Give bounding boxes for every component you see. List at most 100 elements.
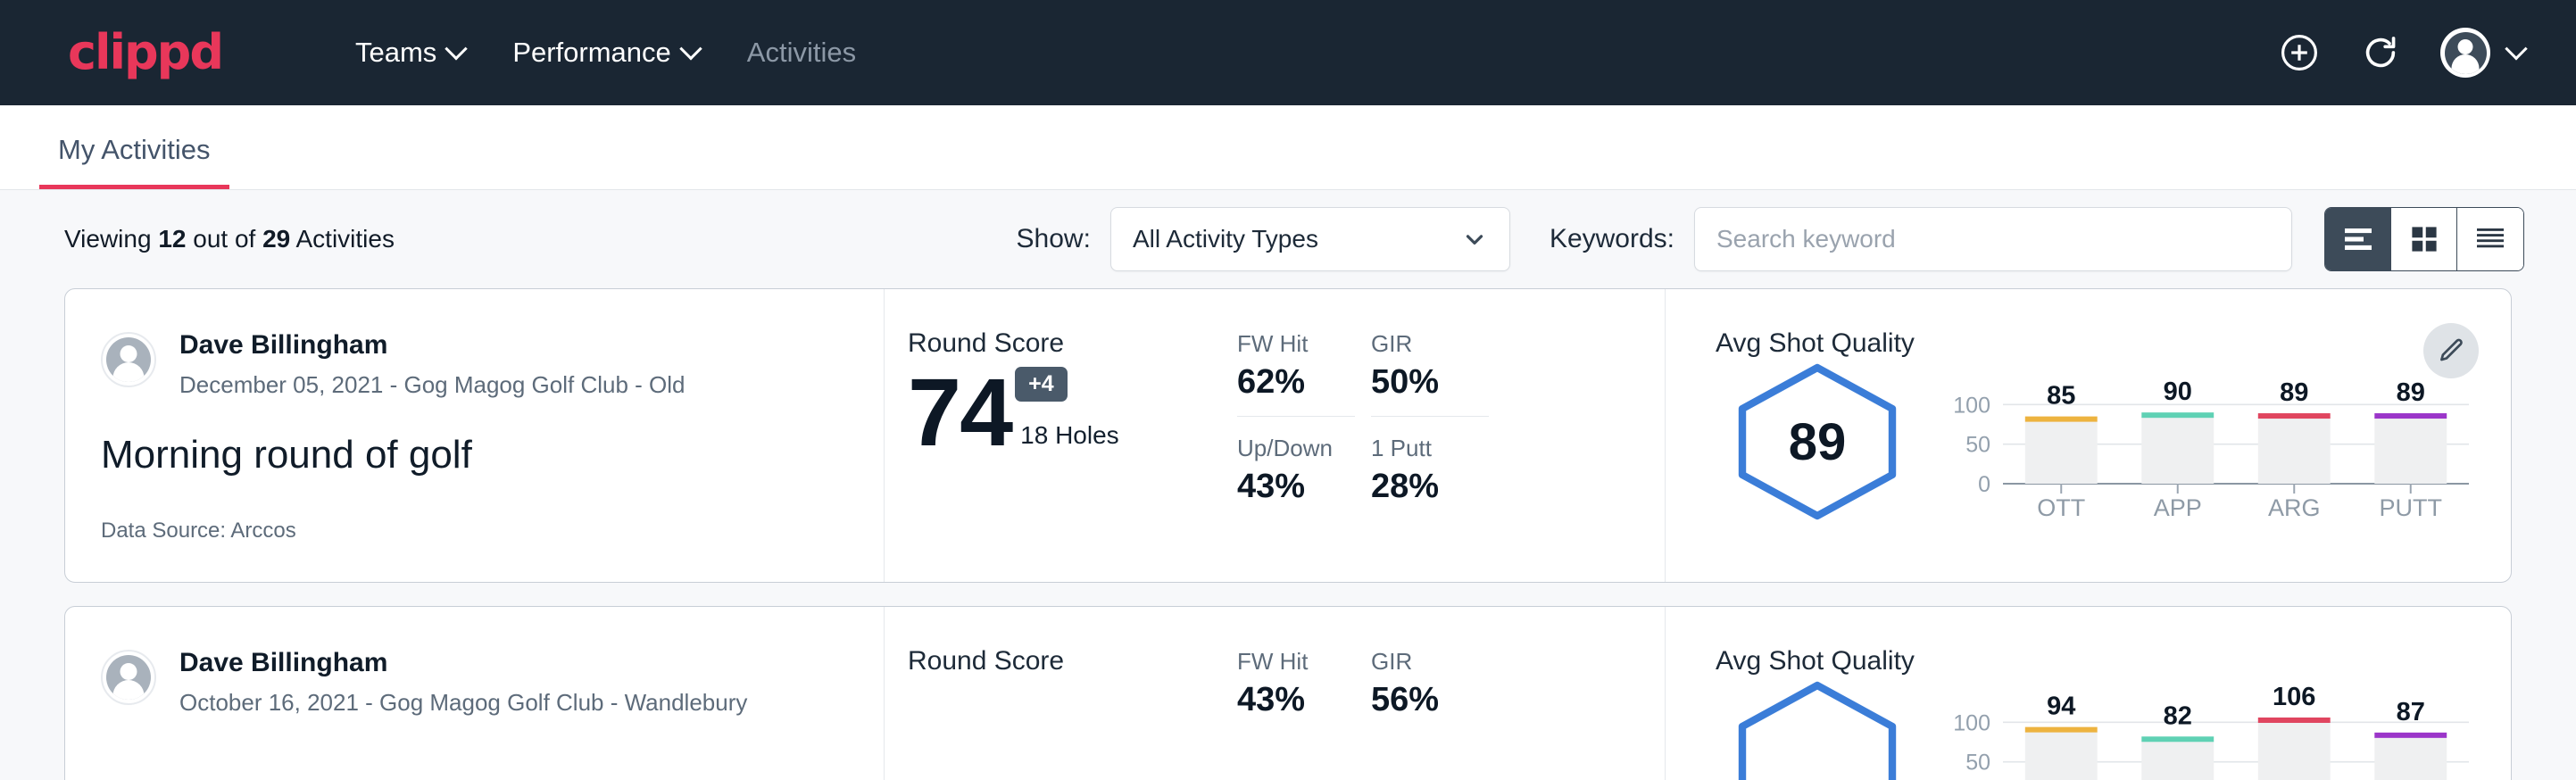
svg-text:106: 106 bbox=[2273, 683, 2315, 711]
avg-shot-quality-section: Avg Shot Quality 89 05010085OTT90APP89AR… bbox=[1666, 289, 2511, 582]
nav-item-label: Activities bbox=[747, 37, 856, 69]
avatar bbox=[101, 650, 156, 705]
search-input[interactable]: Search keyword bbox=[1694, 207, 2292, 271]
view-mode-toggle-group bbox=[2324, 207, 2524, 271]
round-stats: FW Hit 62% Up/Down 43% GIR 50% 1 Putt 28… bbox=[1237, 289, 1666, 582]
svg-text:OTT: OTT bbox=[2037, 494, 2085, 521]
viewing-prefix: Viewing bbox=[64, 225, 158, 253]
activity-type-select[interactable]: All Activity Types bbox=[1110, 207, 1510, 271]
avg-shot-quality-hexagon: 89 bbox=[1728, 362, 1907, 521]
viewing-total: 29 bbox=[262, 225, 290, 253]
compact-view-icon bbox=[2474, 226, 2506, 253]
keywords-label: Keywords: bbox=[1550, 224, 1674, 254]
svg-text:90: 90 bbox=[2164, 378, 2192, 406]
chevron-down-icon bbox=[679, 37, 702, 60]
activity-type-value: All Activity Types bbox=[1133, 225, 1461, 253]
chevron-down-icon bbox=[2505, 37, 2527, 60]
main-nav: Teams Performance Activities bbox=[331, 37, 880, 69]
avg-shot-quality-section: Avg Shot Quality 05010094OTT82APP106ARG8… bbox=[1666, 607, 2511, 780]
list-view-icon bbox=[2342, 226, 2374, 253]
stat-value: 43% bbox=[1237, 681, 1371, 719]
svg-text:89: 89 bbox=[2397, 378, 2425, 407]
nav-item-performance[interactable]: Performance bbox=[488, 37, 722, 69]
svg-text:50: 50 bbox=[1965, 751, 1990, 776]
user-menu[interactable] bbox=[2440, 28, 2524, 78]
activity-card[interactable]: Dave Billingham December 05, 2021 - Gog … bbox=[64, 288, 2512, 583]
player-name: Dave Billingham bbox=[179, 646, 747, 680]
avg-shot-quality-hexagon bbox=[1728, 680, 1907, 780]
avatar bbox=[101, 332, 156, 387]
score-to-par-badge: +4 bbox=[1015, 367, 1068, 402]
svg-text:82: 82 bbox=[2164, 701, 2192, 730]
stat-value: 43% bbox=[1237, 468, 1371, 506]
stat-value: 62% bbox=[1237, 363, 1371, 402]
tab-my-activities[interactable]: My Activities bbox=[39, 134, 229, 189]
header-actions bbox=[2278, 28, 2524, 78]
round-score-label: Round Score bbox=[908, 646, 1237, 676]
edit-activity-button[interactable] bbox=[2423, 323, 2479, 378]
stat-value: 28% bbox=[1371, 468, 1505, 506]
viewing-count: 12 bbox=[158, 225, 186, 253]
svg-text:0: 0 bbox=[1978, 472, 1990, 497]
grid-view-icon bbox=[2410, 225, 2439, 253]
stat-label: FW Hit bbox=[1237, 330, 1371, 358]
round-score-section: Round Score bbox=[885, 607, 1237, 780]
activity-meta: October 16, 2021 - Gog Magog Golf Club -… bbox=[179, 689, 747, 717]
refresh-icon[interactable] bbox=[2360, 32, 2401, 73]
nav-item-label: Performance bbox=[512, 37, 670, 69]
stat-label: 1 Putt bbox=[1371, 435, 1505, 462]
viewing-mid: out of bbox=[186, 225, 262, 253]
chevron-down-icon bbox=[445, 37, 468, 60]
activity-card[interactable]: Dave Billingham October 16, 2021 - Gog M… bbox=[64, 606, 2512, 780]
search-placeholder: Search keyword bbox=[1716, 225, 1896, 253]
svg-text:PUTT: PUTT bbox=[2380, 494, 2443, 521]
player-name: Dave Billingham bbox=[179, 328, 686, 362]
round-score-section: Round Score 74 +4 18 Holes bbox=[885, 289, 1237, 582]
svg-text:100: 100 bbox=[1953, 710, 1990, 735]
avg-shot-quality-value bbox=[1728, 680, 1907, 780]
stat-value: 50% bbox=[1371, 363, 1505, 402]
plus-circle-icon[interactable] bbox=[2278, 31, 2321, 74]
svg-text:85: 85 bbox=[2047, 382, 2075, 411]
view-mode-grid[interactable] bbox=[2391, 208, 2457, 270]
viewing-count-label: Viewing 12 out of 29 Activities bbox=[64, 225, 395, 253]
activity-meta: December 05, 2021 - Gog Magog Golf Club … bbox=[179, 371, 686, 399]
avg-shot-quality-value: 89 bbox=[1728, 362, 1907, 521]
top-navigation-bar: clippd Teams Performance Activities bbox=[0, 0, 2576, 105]
viewing-suffix: Activities bbox=[290, 225, 395, 253]
nav-item-activities[interactable]: Activities bbox=[723, 37, 880, 69]
filter-controls: Show: All Activity Types Keywords: Searc… bbox=[1017, 207, 2524, 271]
svg-text:94: 94 bbox=[2047, 693, 2075, 721]
stat-label: Up/Down bbox=[1237, 435, 1371, 462]
nav-item-teams[interactable]: Teams bbox=[331, 37, 488, 69]
activity-title: Morning round of golf bbox=[101, 433, 848, 477]
activity-list: Dave Billingham December 05, 2021 - Gog … bbox=[0, 288, 2576, 780]
svg-text:ARG: ARG bbox=[2268, 494, 2321, 521]
shot-quality-bar-chart: 0 50 100 85 OTT 90 APP 89 ARG 89 PUTT bbox=[1939, 362, 2474, 541]
svg-text:APP: APP bbox=[2154, 494, 2202, 521]
tab-bar: My Activities bbox=[0, 105, 2576, 190]
view-mode-list[interactable] bbox=[2325, 208, 2391, 270]
divider bbox=[1237, 416, 1355, 417]
nav-item-label: Teams bbox=[355, 37, 436, 69]
view-mode-compact[interactable] bbox=[2457, 208, 2523, 270]
chevron-down-icon bbox=[1461, 226, 1488, 253]
svg-text:50: 50 bbox=[1965, 433, 1990, 458]
stat-group-left: FW Hit 43% bbox=[1237, 648, 1371, 780]
round-stats: FW Hit 43% GIR 56% bbox=[1237, 607, 1666, 780]
holes-played-label: 18 Holes bbox=[1020, 421, 1119, 450]
svg-text:89: 89 bbox=[2280, 378, 2308, 407]
stat-group-right: GIR 56% bbox=[1371, 648, 1505, 780]
pencil-icon bbox=[2436, 336, 2466, 366]
player-header: Dave Billingham December 05, 2021 - Gog … bbox=[101, 328, 848, 399]
round-score-value: 74 bbox=[908, 364, 1011, 461]
avatar bbox=[2440, 28, 2490, 78]
stat-label: FW Hit bbox=[1237, 648, 1371, 676]
stat-label: GIR bbox=[1371, 330, 1505, 358]
stat-value: 56% bbox=[1371, 681, 1505, 719]
svg-text:100: 100 bbox=[1953, 393, 1990, 418]
stat-group-left: FW Hit 62% Up/Down 43% bbox=[1237, 330, 1371, 582]
svg-text:87: 87 bbox=[2397, 698, 2425, 726]
app-logo[interactable]: clippd bbox=[68, 29, 222, 77]
stat-group-right: GIR 50% 1 Putt 28% bbox=[1371, 330, 1505, 582]
